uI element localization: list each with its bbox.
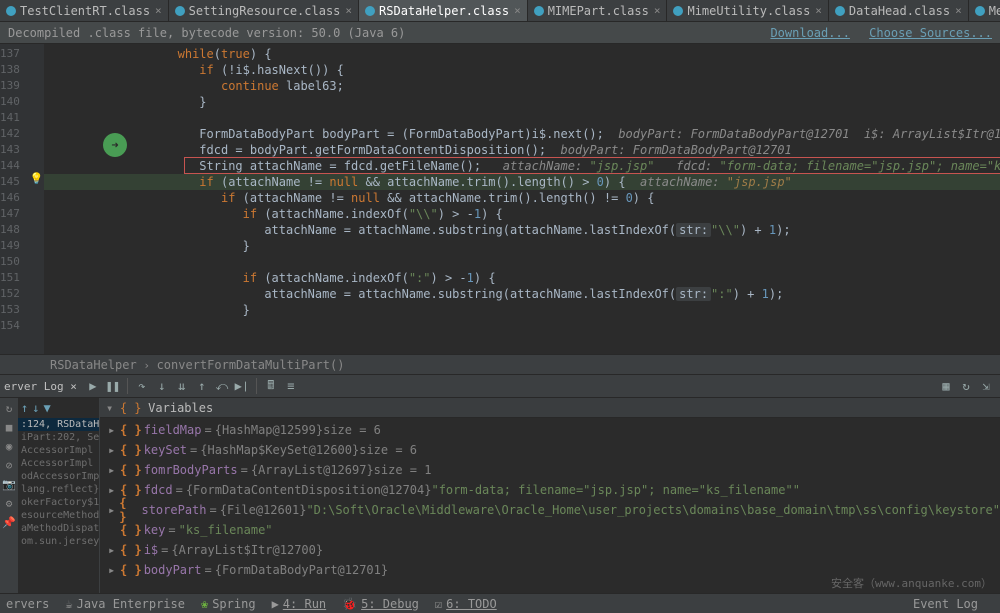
variables-panel: ▾ { } Variables ➜ ▸{ }fieldMap={HashMap@… [100, 398, 1000, 593]
toolwindow-todo[interactable]: ☑ 6: TODO [435, 597, 497, 611]
variable-row[interactable]: { }key="ks_filename" [100, 520, 1000, 540]
tab-datahead[interactable]: DataHead.class× [829, 0, 969, 21]
variable-row[interactable]: ▸{ }storePath={File@12601} "D:\Soft\Orac… [100, 500, 1000, 520]
settings-icon[interactable]: ⇲ [977, 377, 995, 395]
evaluate-icon[interactable]: 🖩 [262, 377, 280, 395]
filter-frames-icon[interactable]: ▼ [43, 401, 50, 415]
resume-icon[interactable]: ▶ [84, 377, 102, 395]
stop-icon[interactable]: ■ [6, 421, 13, 434]
tab-testclient[interactable]: TestClientRT.class× [0, 0, 169, 21]
frame-row[interactable]: om.sun.jersey... [18, 535, 99, 548]
step-into-icon[interactable]: ↓ [153, 377, 171, 395]
close-icon[interactable]: × [155, 4, 162, 17]
gutter-margin: 💡 [30, 44, 44, 354]
debug-panel: ↻ ■ ◉ ⊘ 📷 ⚙ 📌 ↑ ↓ ▼ :124, RSDataHelper ( i… [0, 398, 1000, 593]
debug-side-toolbar: ↻ ■ ◉ ⊘ 📷 ⚙ 📌 [0, 398, 18, 593]
tab-mimeutility[interactable]: MimeUtility.class× [667, 0, 828, 21]
variable-row[interactable]: ▸{ }fdcd={FormDataContentDisposition@127… [100, 480, 1000, 500]
code-area[interactable]: while(true) { if (!i$.hasNext()) { conti… [44, 44, 1000, 354]
mute-breakpoints-icon[interactable]: ⊘ [6, 459, 13, 472]
view-breakpoints-icon[interactable]: ◉ [6, 440, 13, 453]
infobar-text: Decompiled .class file, bytecode version… [8, 26, 405, 40]
trace-icon[interactable]: ≡ [282, 377, 300, 395]
tab-memorydata[interactable]: MemoryData.class× [969, 0, 1000, 21]
close-icon[interactable]: × [654, 4, 661, 17]
next-frame-icon[interactable]: ↓ [32, 401, 39, 415]
variable-row[interactable]: ▸{ }fomrBodyParts={ArrayList@12697} size… [100, 460, 1000, 480]
frame-row[interactable]: esourceMethodDispatc [18, 509, 99, 522]
settings-gear-icon[interactable]: ⚙ [6, 497, 13, 510]
debug-toolbar: erver Log × ▶ ❚❚ ↷ ↓ ⇊ ↑ ⤺ ▶❘ 🖩 ≡ ▦ ↻ ⇲ [0, 374, 1000, 398]
tab-settingresource[interactable]: SettingResource.class× [169, 0, 359, 21]
tab-rsdatahelper[interactable]: RSDataHelper.class× [359, 0, 528, 21]
decompile-infobar: Decompiled .class file, bytecode version… [0, 22, 1000, 44]
restore-layout-icon[interactable]: ↻ [957, 377, 975, 395]
close-icon[interactable]: × [955, 4, 962, 17]
intention-bulb-icon[interactable]: 💡 [30, 172, 44, 188]
frame-row[interactable]: lang.reflect} [18, 483, 99, 496]
frame-row[interactable]: :124, RSDataHelper ( [18, 418, 99, 431]
variable-row[interactable]: ▸{ }i$={ArrayList$Itr@12700} [100, 540, 1000, 560]
run-to-cursor-icon[interactable]: ▶❘ [233, 377, 251, 395]
choose-sources-link[interactable]: Choose Sources... [869, 26, 992, 40]
server-log-tab[interactable]: erver Log × [4, 380, 83, 393]
force-step-into-icon[interactable]: ⇊ [173, 377, 191, 395]
frame-row[interactable]: AccessorImpl {sun.re [18, 457, 99, 470]
close-icon[interactable]: × [345, 4, 352, 17]
close-icon[interactable]: × [514, 4, 521, 17]
breadcrumb[interactable]: RSDataHelper › convertFormDataMultiPart(… [0, 354, 1000, 374]
toolwindow-javaee[interactable]: ☕ Java Enterprise [65, 597, 185, 611]
frames-panel[interactable]: ↑ ↓ ▼ :124, RSDataHelper ( iPart:202, Sett… [18, 398, 100, 593]
toolwindow-servers[interactable]: ervers [6, 597, 49, 611]
variables-header: ▾ { } Variables [100, 398, 1000, 418]
step-over-icon[interactable]: ↷ [133, 377, 151, 395]
frame-row[interactable]: aMethodDispatcher {c [18, 522, 99, 535]
frame-row[interactable]: iPart:202, Setting [18, 431, 99, 444]
frame-row[interactable]: odAccessorImpl {sun [18, 470, 99, 483]
frame-row[interactable]: AccessorImpl {sun.re [18, 444, 99, 457]
code-editor[interactable]: 137138139140 141142143144 145146147148 1… [0, 44, 1000, 354]
variable-row[interactable]: ▸{ }fieldMap={HashMap@12599} size = 6 [100, 420, 1000, 440]
editor-tabs: TestClientRT.class× SettingResource.clas… [0, 0, 1000, 22]
download-link[interactable]: Download... [770, 26, 849, 40]
frame-row[interactable]: okerFactory$1 {com.s [18, 496, 99, 509]
watermark-text: 安全客（www.anquanke.com） [831, 575, 992, 591]
layout-icon[interactable]: ▦ [937, 377, 955, 395]
rerun-icon[interactable]: ↻ [6, 402, 13, 415]
toolwindow-run[interactable]: ▶ 4: Run [272, 597, 327, 611]
close-icon[interactable]: × [815, 4, 822, 17]
variable-row[interactable]: ▸{ }keySet={HashMap$KeySet@12600} size =… [100, 440, 1000, 460]
status-bar: ervers ☕ Java Enterprise ❀ Spring ▶ 4: R… [0, 593, 1000, 613]
toolwindow-debug[interactable]: 🐞 5: Debug [342, 597, 419, 611]
drop-frame-icon[interactable]: ⤺ [213, 377, 231, 395]
toolwindow-spring[interactable]: ❀ Spring [201, 597, 256, 611]
pin-icon[interactable]: 📌 [2, 516, 16, 529]
event-log[interactable]: Event Log [913, 597, 978, 611]
pause-icon[interactable]: ❚❚ [104, 377, 122, 395]
tab-mimepart[interactable]: MIMEPart.class× [528, 0, 668, 21]
prev-frame-icon[interactable]: ↑ [21, 401, 28, 415]
get-thread-dump-icon[interactable]: 📷 [2, 478, 16, 491]
step-out-icon[interactable]: ↑ [193, 377, 211, 395]
line-gutter: 137138139140 141142143144 145146147148 1… [0, 44, 30, 354]
highlight-box [184, 157, 1000, 174]
